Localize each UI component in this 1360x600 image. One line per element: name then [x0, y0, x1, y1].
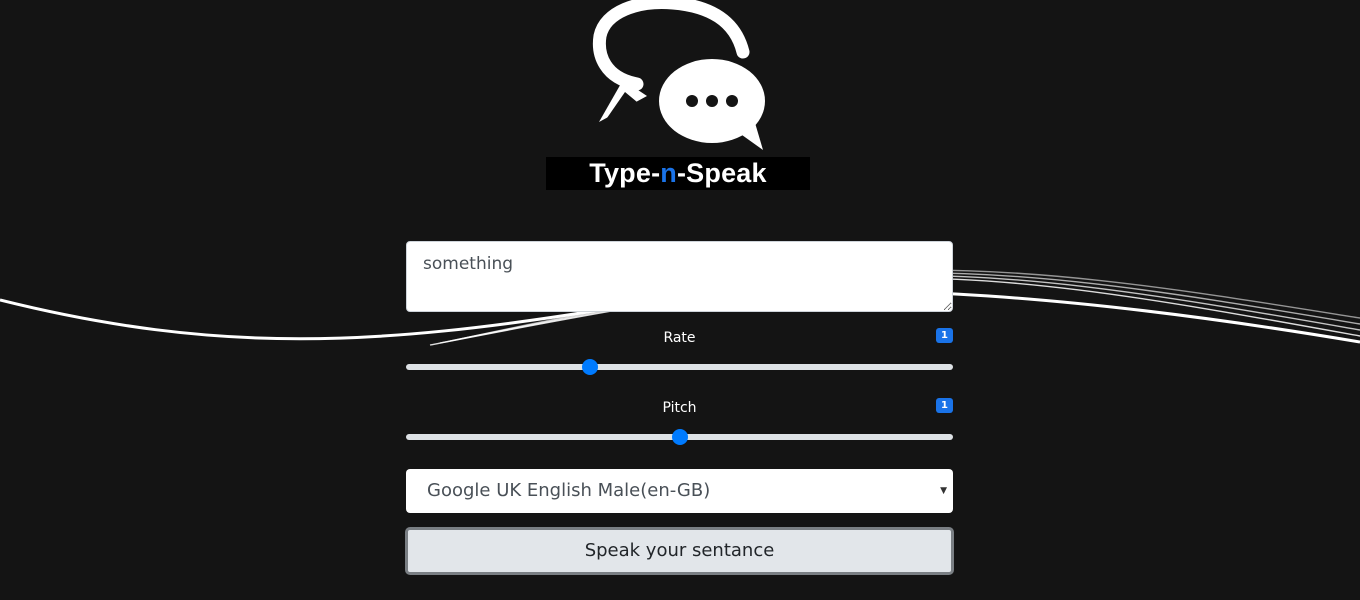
speak-button[interactable]: Speak your sentance [405, 527, 954, 575]
title-accent: n [660, 158, 677, 188]
rate-slider-thumb[interactable] [582, 359, 599, 375]
pitch-label: Pitch [662, 400, 697, 416]
voice-select[interactable]: Google UK English Male(en-GB) ▼ [406, 469, 953, 513]
rate-value-badge: 1 [936, 328, 953, 343]
page: Type-n-Speak something Rate 1 Pitch 1 Go… [0, 0, 1360, 600]
title-part-2: -Speak [676, 158, 767, 188]
pitch-slider-thumb[interactable] [671, 429, 688, 445]
chat-bubbles-icon [592, 0, 765, 150]
title-part-1: Type- [589, 158, 661, 188]
pitch-value-badge: 1 [936, 398, 953, 413]
text-input[interactable]: something [406, 241, 953, 312]
speech-form: something Rate 1 Pitch 1 Google UK Engli… [405, 241, 954, 575]
voice-select-value: Google UK English Male(en-GB) [427, 480, 711, 501]
pitch-control: Pitch 1 [406, 382, 953, 452]
caret-down-icon: ▼ [940, 486, 947, 496]
rate-label: Rate [663, 330, 696, 346]
app-title: Type-n-Speak [546, 157, 810, 190]
rate-control: Rate 1 [406, 312, 953, 382]
pitch-slider[interactable] [406, 429, 953, 445]
rate-slider[interactable] [406, 359, 953, 375]
